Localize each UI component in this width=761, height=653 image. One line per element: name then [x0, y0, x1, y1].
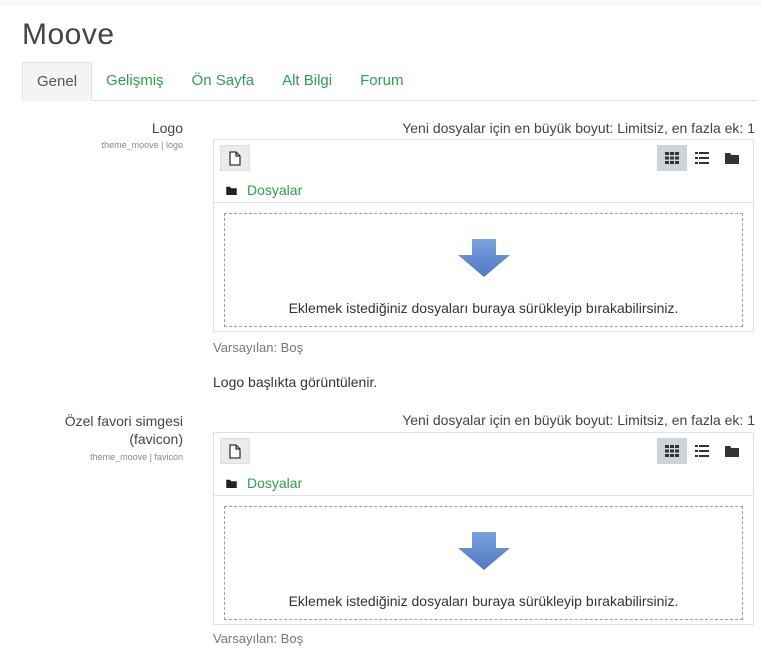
view-switcher — [657, 145, 747, 171]
dropzone[interactable]: Eklemek istediğiniz dosyaları buraya sür… — [224, 213, 743, 327]
grid-icon — [665, 152, 679, 164]
settings-tabs: Genel Gelişmiş Ön Sayfa Alt Bilgi Forum — [22, 62, 757, 101]
folder-icon — [725, 153, 739, 164]
view-icons-button[interactable] — [657, 438, 687, 464]
view-tree-button[interactable] — [717, 438, 747, 464]
filepicker-toolbar — [214, 140, 753, 174]
tab-genel[interactable]: Genel — [22, 62, 93, 101]
folder-icon — [226, 479, 237, 488]
arrow-down-icon — [458, 532, 510, 570]
file-icon — [229, 443, 241, 459]
setting-label-logo: Logo — [151, 120, 183, 136]
view-list-button[interactable] — [687, 145, 717, 171]
max-size-info: Yeni dosyalar için en büyük boyut: Limit… — [402, 412, 755, 428]
path-folder-link[interactable]: Dosyalar — [247, 475, 302, 491]
setting-id-logo: theme_moove | logo — [101, 140, 183, 150]
path-bar: Dosyalar — [226, 182, 302, 198]
filepicker-toolbar — [214, 433, 753, 467]
default-value-logo: Varsayılan: Boş — [213, 340, 304, 355]
file-area: Eklemek istediğiniz dosyaları buraya sür… — [214, 202, 753, 331]
folder-icon — [226, 186, 237, 195]
list-icon — [695, 445, 709, 457]
file-area: Eklemek istediğiniz dosyaları buraya sür… — [214, 495, 753, 624]
dropzone-text: Eklemek istediğiniz dosyaları buraya sür… — [288, 300, 679, 316]
setting-id-favicon: theme_moove | favicon — [90, 452, 183, 462]
view-tree-button[interactable] — [717, 145, 747, 171]
setting-label-favicon-line2: (favicon) — [129, 431, 183, 447]
list-icon — [695, 152, 709, 164]
dropzone[interactable]: Eklemek istediğiniz dosyaları buraya sür… — [224, 506, 743, 620]
top-strip — [0, 0, 761, 6]
tab-gelismis[interactable]: Gelişmiş — [92, 62, 178, 101]
path-folder-link[interactable]: Dosyalar — [247, 182, 302, 198]
arrow-down-icon — [458, 239, 510, 277]
grid-icon — [665, 445, 679, 457]
setting-label-favicon-line1: Özel favori simgesi — [64, 413, 183, 429]
file-icon — [229, 150, 241, 166]
setting-description-logo: Logo başlıkta görüntülenir. — [213, 374, 378, 390]
view-list-button[interactable] — [687, 438, 717, 464]
setting-label-favicon: Özel favori simgesi (favicon) — [65, 412, 183, 448]
filepicker-logo: Dosyalar Eklemek istediğiniz dosyaları b… — [213, 139, 754, 332]
max-size-info: Yeni dosyalar için en büyük boyut: Limit… — [402, 120, 755, 136]
tab-forum[interactable]: Forum — [346, 62, 417, 101]
page-title: Moove — [22, 18, 115, 51]
add-file-button[interactable] — [220, 145, 250, 171]
view-switcher — [657, 438, 747, 464]
path-bar: Dosyalar — [226, 475, 302, 491]
view-icons-button[interactable] — [657, 145, 687, 171]
tab-alt-bilgi[interactable]: Alt Bilgi — [268, 62, 346, 101]
add-file-button[interactable] — [220, 438, 250, 464]
tab-on-sayfa[interactable]: Ön Sayfa — [178, 62, 269, 101]
filepicker-favicon: Dosyalar Eklemek istediğiniz dosyaları b… — [213, 432, 754, 625]
folder-icon — [725, 446, 739, 457]
dropzone-text: Eklemek istediğiniz dosyaları buraya sür… — [288, 593, 679, 609]
default-value-favicon: Varsayılan: Boş — [213, 631, 304, 646]
